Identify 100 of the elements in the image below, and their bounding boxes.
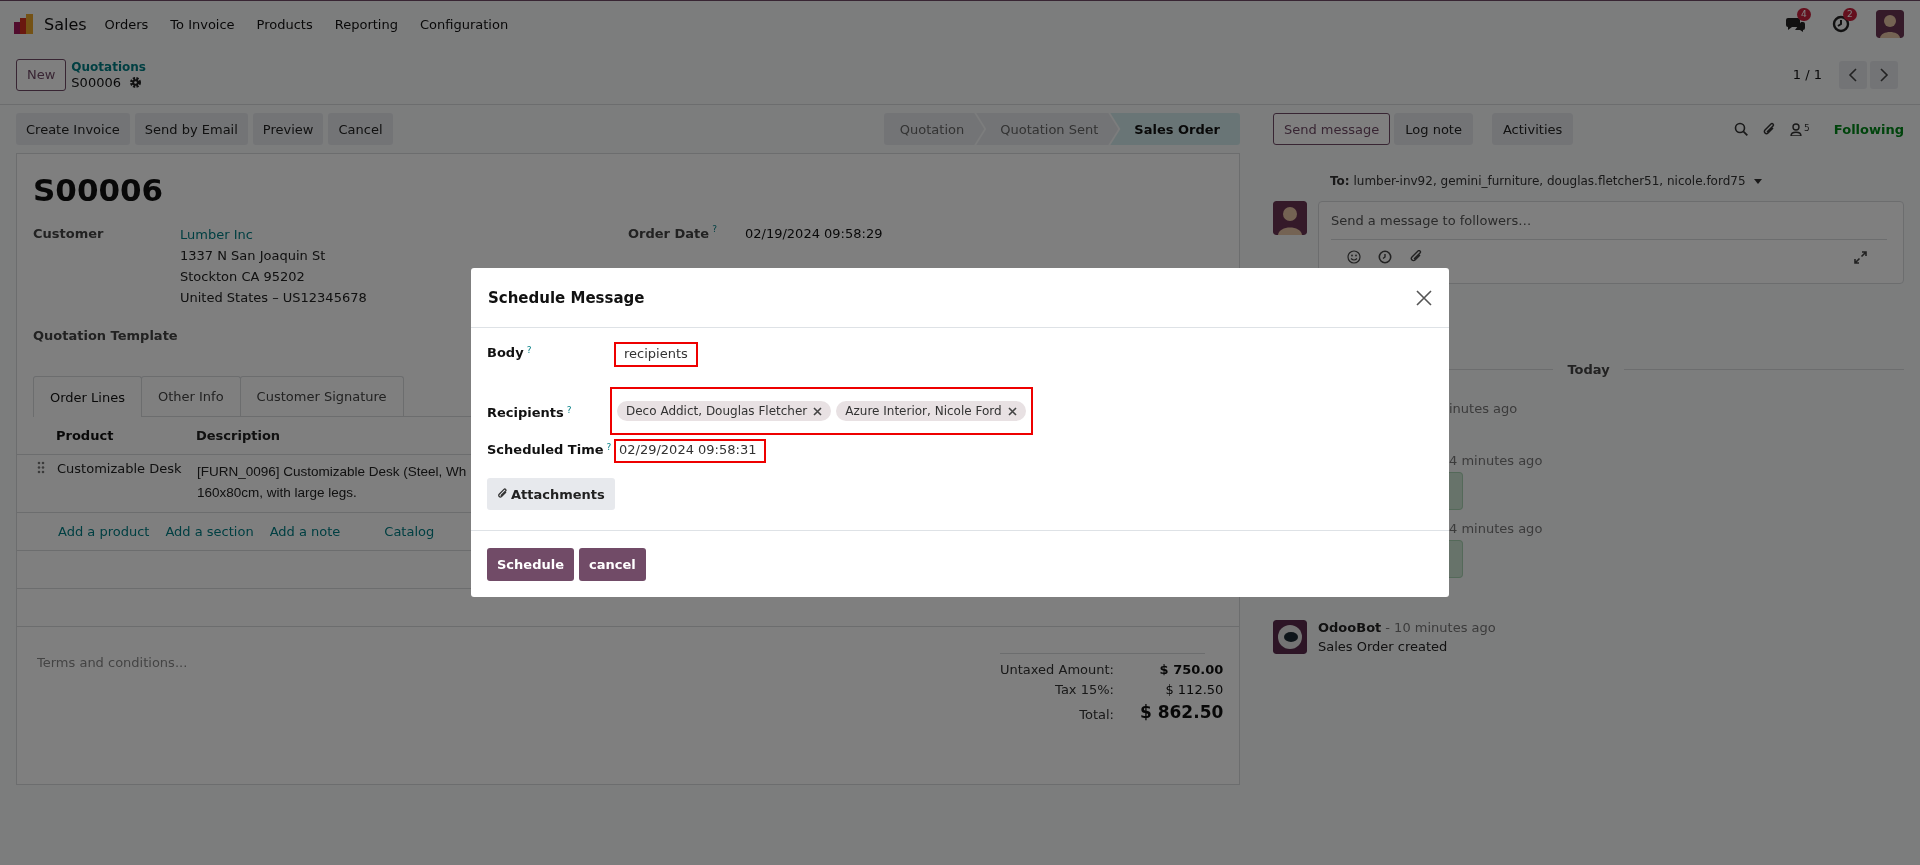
input-field[interactable]: 02/29/2024 09:58:31: [614, 439, 766, 463]
clock-icon[interactable]: [1832, 15, 1850, 33]
total-value: $ 862.50: [1139, 702, 1224, 722]
message-time: - 10 minutes ago: [1385, 620, 1496, 635]
menu-item[interactable]: Reporting: [334, 16, 398, 32]
total-label: Total:: [1079, 707, 1114, 722]
table-cell-text: Customizable Desk: [57, 461, 183, 476]
remove-icon[interactable]: [813, 406, 823, 416]
chatter-button[interactable]: Send message: [1273, 113, 1391, 145]
record-name: S00006: [71, 74, 121, 91]
chatter-button[interactable]: Log note: [1394, 113, 1473, 145]
menu-item[interactable]: Orders: [104, 16, 149, 32]
action-button[interactable]: Send by Email: [134, 113, 248, 145]
close-icon[interactable]: [1416, 289, 1432, 306]
following-button[interactable]: Following: [1833, 121, 1904, 137]
field-label: Recipients: [487, 405, 564, 422]
user-avatar: [1273, 201, 1307, 235]
recipient-tag[interactable]: Azure Interior, Nicole Ford: [836, 401, 1026, 421]
paperclip-icon[interactable]: [1409, 250, 1423, 264]
message-time: 4 minutes ago: [1449, 521, 1543, 536]
action-button[interactable]: Create Invoice: [16, 113, 130, 145]
field-label: Order Date: [628, 225, 710, 243]
total-value: $ 750.00: [1159, 662, 1224, 677]
chatter-button[interactable]: Activities: [1491, 113, 1574, 145]
field-value: 02/19/2024 09:58:29: [745, 225, 883, 243]
search-icon[interactable]: [1734, 122, 1749, 136]
table-cell-text: 160x80cm, with large legs.: [197, 484, 358, 502]
remove-icon[interactable]: [1007, 406, 1017, 416]
message-author: OdooBot: [1318, 620, 1382, 635]
bot-avatar: [1273, 620, 1307, 654]
menu-item[interactable]: Products: [256, 16, 313, 32]
message-text: Sales Order created: [1318, 639, 1449, 654]
app-logo-icon[interactable]: [14, 14, 34, 34]
field-label: Quotation Template: [33, 327, 179, 345]
stage-button[interactable]: Quotation: [883, 113, 985, 145]
date-separator: Today: [1567, 362, 1610, 377]
paperclip-icon[interactable]: [1762, 121, 1777, 137]
stage-button[interactable]: Quotation Sent: [976, 113, 1119, 145]
tag-label: Azure Interior, Nicole Ford: [845, 404, 1002, 418]
record-title: S00006: [32, 171, 165, 210]
expand-icon[interactable]: [1854, 250, 1867, 264]
add-line-link[interactable]: Add a product: [58, 524, 150, 539]
app-name[interactable]: Sales: [44, 14, 87, 34]
emoji-icon[interactable]: [1347, 250, 1361, 264]
stage-button[interactable]: Sales Order: [1110, 113, 1240, 145]
action-button[interactable]: Preview: [252, 113, 324, 145]
total-label: Tax 15%:: [1055, 682, 1114, 697]
breadcrumb-link[interactable]: Quotations: [71, 58, 146, 75]
menu-item[interactable]: To Invoice: [170, 16, 235, 32]
terms-field[interactable]: Terms and conditions...: [37, 653, 337, 671]
follower-count: 5: [1804, 122, 1810, 133]
caret-icon[interactable]: [1753, 178, 1762, 184]
add-line-link[interactable]: Catalog: [384, 524, 435, 539]
column-header: Product: [56, 428, 115, 443]
message-time: 4 minutes ago: [1449, 453, 1543, 468]
tags-field[interactable]: Deco Addict, Douglas Fletcher Azure Interior, Nicole Ford: [610, 387, 1033, 435]
chat-icon[interactable]: [1786, 15, 1806, 33]
message-input[interactable]: Send a message to followers…: [1331, 210, 1887, 231]
gear-icon[interactable]: [128, 76, 142, 89]
message-bubble: [1449, 472, 1463, 510]
add-line-link[interactable]: Add a section: [165, 524, 254, 539]
recipient-tag[interactable]: Deco Addict, Douglas Fletcher: [617, 401, 832, 421]
new-button[interactable]: New: [16, 58, 67, 91]
drag-handle-icon[interactable]: [37, 461, 45, 474]
message-bubble: [1449, 540, 1463, 578]
previous-button[interactable]: [1839, 60, 1867, 89]
paperclip-icon: [497, 488, 508, 500]
dialog-button[interactable]: cancel: [579, 547, 646, 581]
add-line-link[interactable]: Add a note: [269, 524, 341, 539]
notebook-tab[interactable]: Order Lines: [33, 376, 142, 417]
menu-item[interactable]: Configuration: [419, 16, 509, 32]
address-line: United States – US12345678: [180, 289, 367, 307]
clock-icon[interactable]: [1378, 250, 1392, 264]
help-mark[interactable]: ?: [712, 224, 717, 248]
next-button[interactable]: [1870, 60, 1898, 89]
attachments-button[interactable]: Attachments: [487, 478, 615, 510]
help-mark[interactable]: ?: [606, 442, 612, 469]
column-header: Description: [196, 427, 281, 445]
recipients-text: To: lumber-inv92, gemini_furniture, douglas.fletcher51, nicole.ford75: [1330, 174, 1746, 188]
count-badge: 2: [1843, 8, 1857, 21]
table-cell-text: [FURN_0096] Customizable Desk (Steel, Wh: [197, 463, 467, 481]
dialog-title: Schedule Message: [488, 288, 645, 307]
field-label: Scheduled Time: [487, 442, 604, 459]
count-badge: 4: [1797, 8, 1811, 21]
help-mark[interactable]: ?: [566, 405, 572, 435]
address-line: Stockton CA 95202: [180, 268, 306, 286]
customer-link[interactable]: Lumber Inc: [180, 224, 367, 245]
person-icon[interactable]: [1790, 122, 1803, 136]
tag-label: Deco Addict, Douglas Fletcher: [626, 404, 808, 418]
dialog-button[interactable]: Schedule: [487, 547, 574, 581]
field-label: Body: [487, 345, 524, 362]
address-line: 1337 N San Joaquin St: [180, 247, 327, 265]
action-button[interactable]: Cancel: [328, 113, 393, 145]
user-avatar[interactable]: [1876, 10, 1904, 38]
help-mark[interactable]: ?: [526, 345, 532, 387]
total-value: $ 112.50: [1165, 682, 1224, 697]
field-label: Customer: [33, 225, 105, 243]
notebook-tab[interactable]: Customer Signature: [239, 376, 404, 416]
message-time: inutes ago: [1449, 401, 1518, 416]
input-field[interactable]: recipients: [614, 342, 698, 367]
